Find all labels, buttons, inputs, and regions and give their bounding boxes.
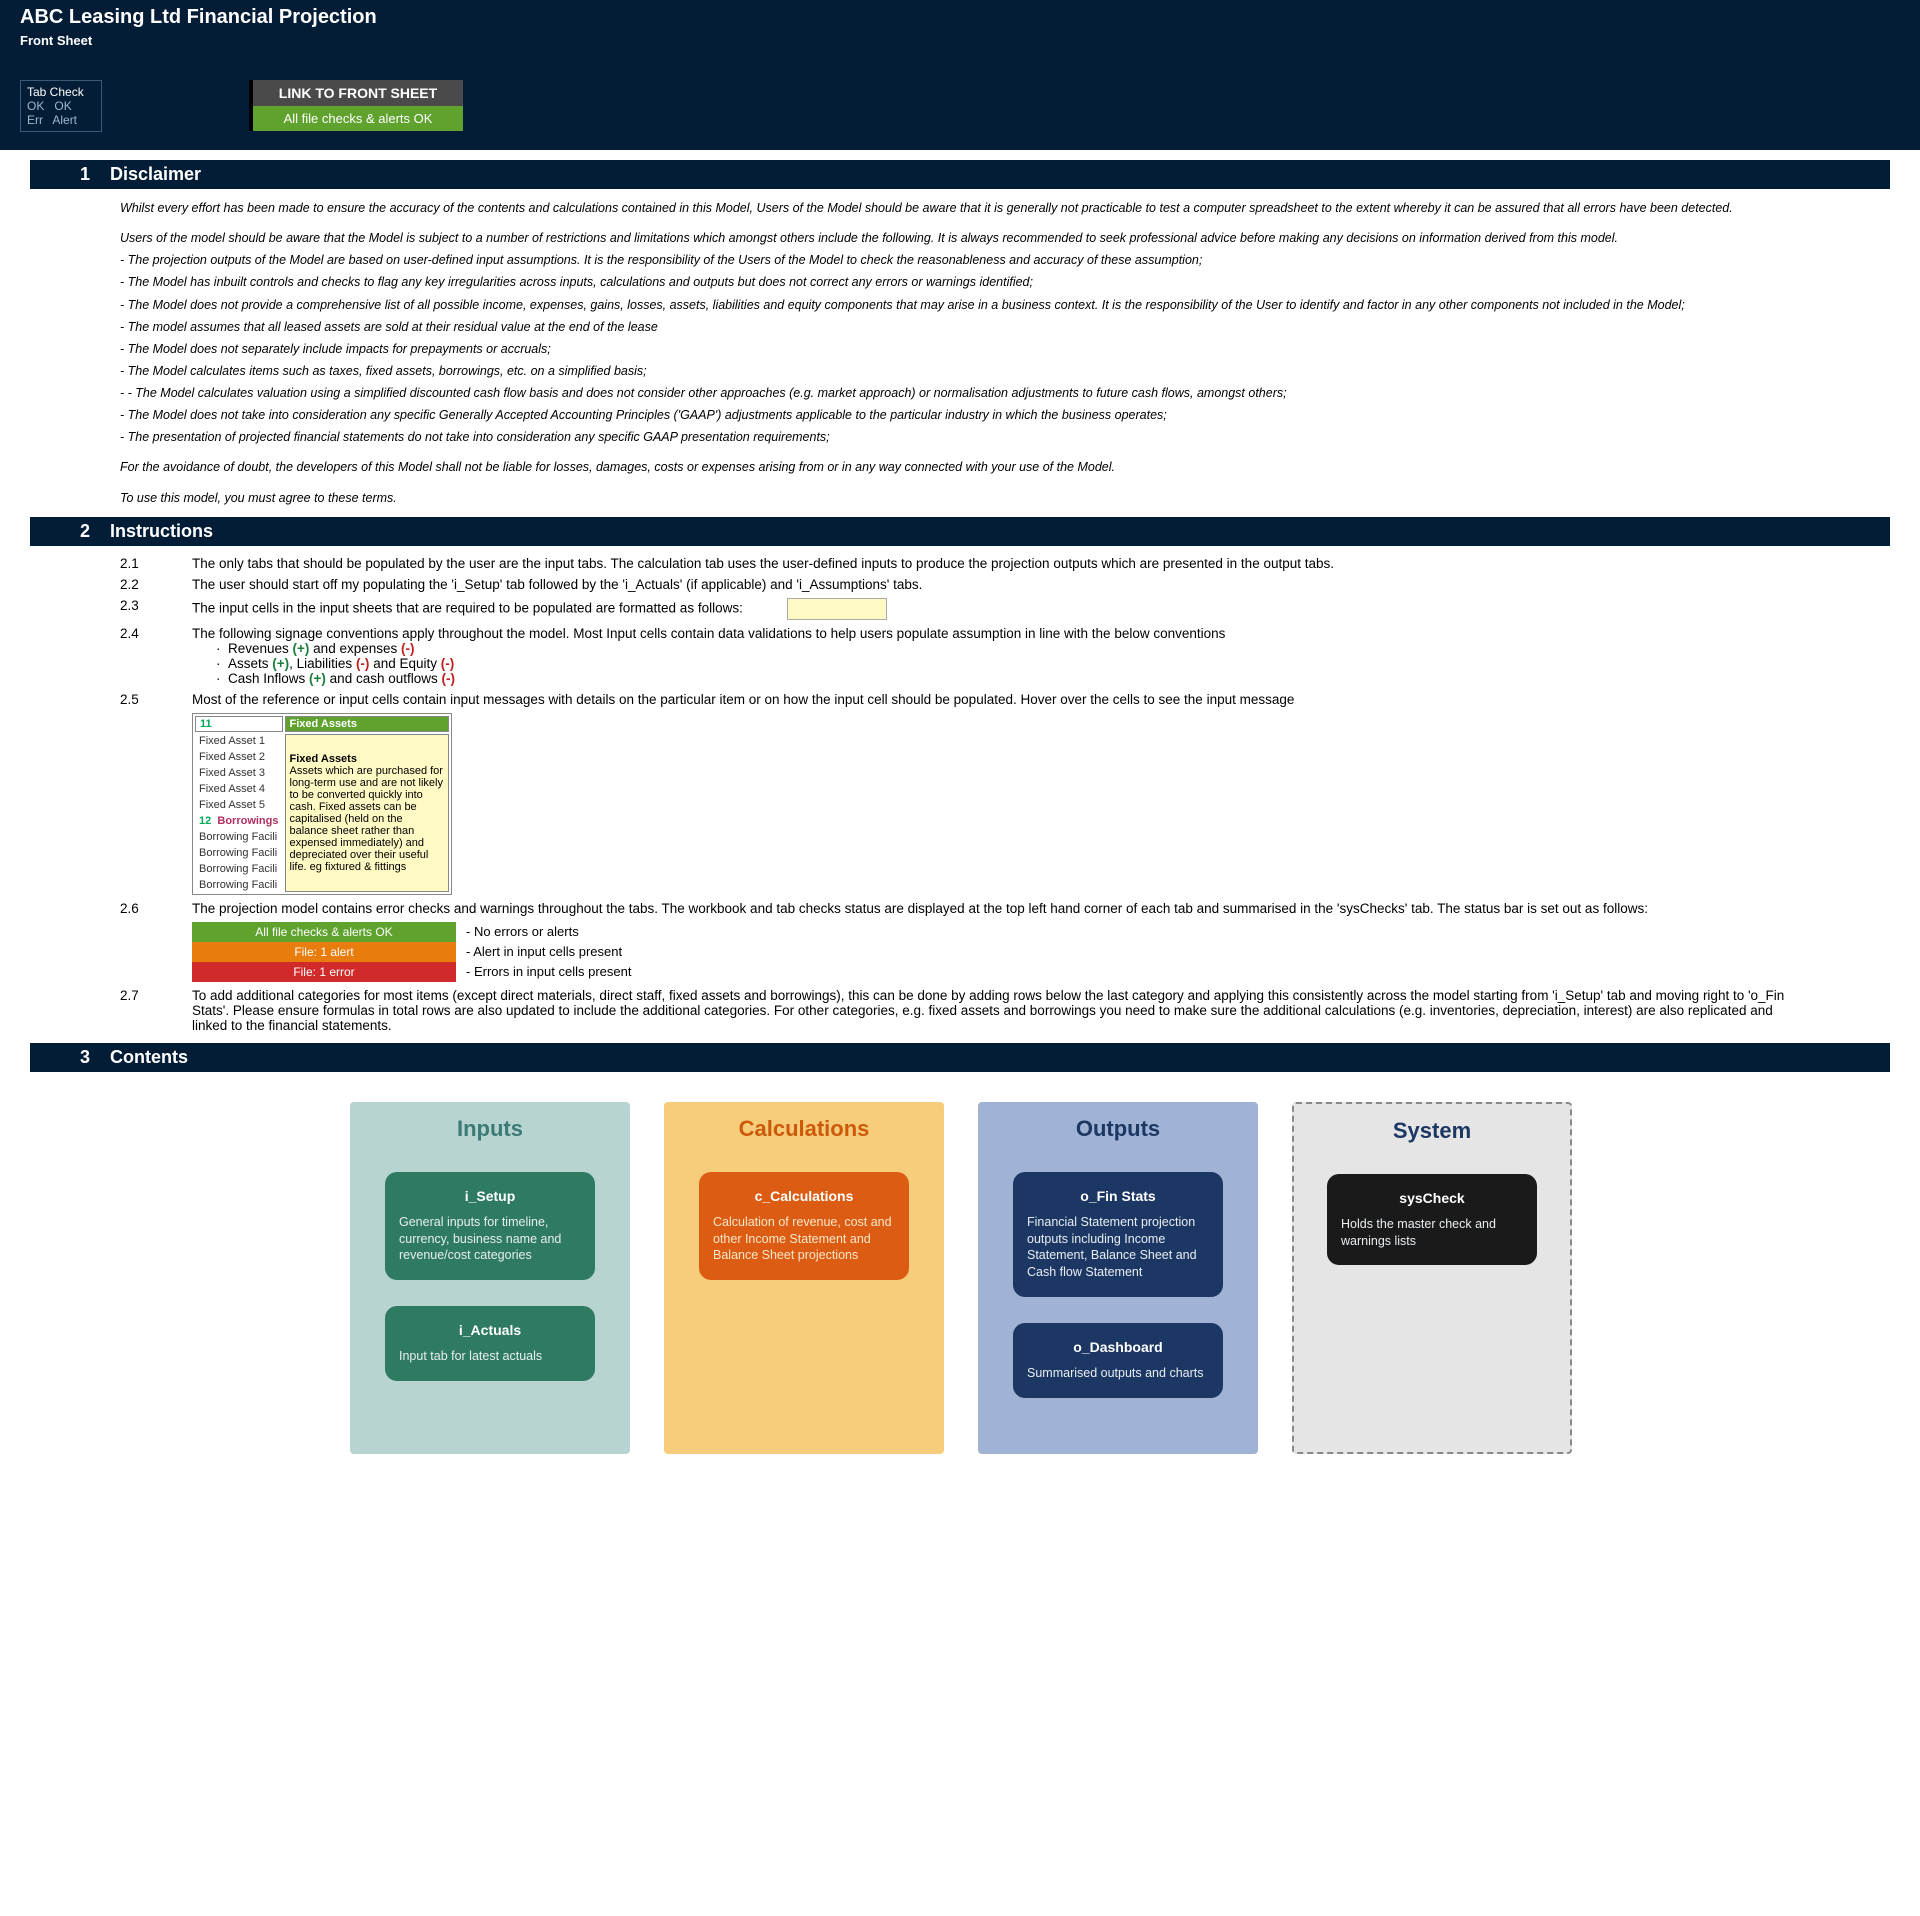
disclaimer-b9: - The presentation of projected financia… bbox=[120, 428, 1800, 446]
instr-text-2-6: The projection model contains error chec… bbox=[192, 901, 1800, 916]
contents-col-title-calc: Calculations bbox=[664, 1116, 944, 1142]
instr-num-2-2: 2.2 bbox=[120, 577, 192, 592]
instr-text-2-7: To add additional categories for most it… bbox=[192, 988, 1800, 1033]
section-num: 2 bbox=[80, 521, 90, 542]
instr-num-2-4: 2.4 bbox=[120, 626, 192, 686]
input-cell-sample bbox=[787, 598, 887, 620]
instr-text-2-2: The user should start off my populating … bbox=[192, 577, 1800, 592]
tab-check-alert: Alert bbox=[52, 113, 77, 127]
disclaimer-b5: - The Model does not separately include … bbox=[120, 340, 1800, 358]
section-header-disclaimer: 1 Disclaimer bbox=[30, 160, 1890, 189]
disclaimer-p3: For the avoidance of doubt, the develope… bbox=[120, 458, 1800, 476]
contents-card-calculations[interactable]: c_Calculations Calculation of revenue, c… bbox=[699, 1172, 909, 1281]
status-bar-ok-label: - No errors or alerts bbox=[466, 924, 579, 939]
contents-col-outputs: Outputs o_Fin Stats Financial Statement … bbox=[978, 1102, 1258, 1454]
disclaimer-p4: To use this model, you must agree to the… bbox=[120, 489, 1800, 507]
instr-num-2-1: 2.1 bbox=[120, 556, 192, 571]
disclaimer-b7: - - The Model calculates valuation using… bbox=[120, 384, 1800, 402]
disclaimer-b3: - The Model does not provide a comprehen… bbox=[120, 296, 1800, 314]
disclaimer-body: Whilst every effort has been made to ens… bbox=[0, 199, 1920, 507]
contents-card-syscheck[interactable]: sysCheck Holds the master check and warn… bbox=[1327, 1174, 1537, 1266]
link-front-sheet-label: LINK TO FRONT SHEET bbox=[249, 80, 463, 106]
contents-col-title-out: Outputs bbox=[978, 1116, 1258, 1142]
disclaimer-b4: - The model assumes that all leased asse… bbox=[120, 318, 1800, 336]
instr-text-2-5: Most of the reference or input cells con… bbox=[192, 692, 1800, 707]
instr-num-2-3: 2.3 bbox=[120, 598, 192, 620]
instr-num-2-7: 2.7 bbox=[120, 988, 192, 1033]
tooltip-example: 11Fixed Assets Fixed Asset 1Fixed Assets… bbox=[192, 713, 452, 895]
instr-text-2-4: The following signage conventions apply … bbox=[192, 626, 1800, 686]
section-title: Instructions bbox=[110, 521, 213, 541]
section-num: 1 bbox=[80, 164, 90, 185]
contents-card-dashboard[interactable]: o_Dashboard Summarised outputs and chart… bbox=[1013, 1323, 1223, 1398]
tab-check-ok1: OK bbox=[27, 99, 44, 113]
instr-text-2-1: The only tabs that should be populated b… bbox=[192, 556, 1800, 571]
contents-card-fin-stats[interactable]: o_Fin Stats Financial Statement projecti… bbox=[1013, 1172, 1223, 1298]
contents-col-inputs: Inputs i_Setup General inputs for timeli… bbox=[350, 1102, 630, 1454]
tab-check-box: Tab Check OK OK Err Alert bbox=[20, 80, 102, 132]
disclaimer-p1: Whilst every effort has been made to ens… bbox=[120, 199, 1800, 217]
section-title: Disclaimer bbox=[110, 164, 201, 184]
section-num: 3 bbox=[80, 1047, 90, 1068]
instr-text-2-3: The input cells in the input sheets that… bbox=[192, 598, 1800, 620]
contents-col-calculations: Calculations c_Calculations Calculation … bbox=[664, 1102, 944, 1454]
contents-col-title-inputs: Inputs bbox=[350, 1116, 630, 1142]
contents-card-actuals[interactable]: i_Actuals Input tab for latest actuals bbox=[385, 1306, 595, 1381]
status-bar-error-label: - Errors in input cells present bbox=[466, 964, 631, 979]
section-header-contents: 3 Contents bbox=[30, 1043, 1890, 1072]
status-bar-alert-label: - Alert in input cells present bbox=[466, 944, 622, 959]
contents-col-title-sys: System bbox=[1294, 1118, 1570, 1144]
instr-num-2-6: 2.6 bbox=[120, 901, 192, 982]
link-front-sheet[interactable]: LINK TO FRONT SHEET All file checks & al… bbox=[249, 80, 463, 131]
section-header-instructions: 2 Instructions bbox=[30, 517, 1890, 546]
file-checks-status: All file checks & alerts OK bbox=[249, 106, 463, 131]
status-bar-alert: File: 1 alert bbox=[192, 942, 456, 962]
contents-card-setup[interactable]: i_Setup General inputs for timeline, cur… bbox=[385, 1172, 595, 1281]
status-bar-error: File: 1 error bbox=[192, 962, 456, 982]
status-bar-ok: All file checks & alerts OK bbox=[192, 922, 456, 942]
disclaimer-p2: Users of the model should be aware that … bbox=[120, 229, 1800, 247]
disclaimer-b6: - The Model calculates items such as tax… bbox=[120, 362, 1800, 380]
header-bar: ABC Leasing Ltd Financial Projection Fro… bbox=[0, 0, 1920, 150]
page-title: ABC Leasing Ltd Financial Projection bbox=[20, 6, 1900, 29]
contents-diagram: Inputs i_Setup General inputs for timeli… bbox=[0, 1082, 1920, 1504]
tab-check-label: Tab Check bbox=[27, 85, 95, 99]
instr-num-2-5: 2.5 bbox=[120, 692, 192, 895]
page-subtitle: Front Sheet bbox=[20, 33, 1900, 48]
section-title: Contents bbox=[110, 1047, 188, 1067]
disclaimer-b8: - The Model does not take into considera… bbox=[120, 406, 1800, 424]
disclaimer-b1: - The projection outputs of the Model ar… bbox=[120, 251, 1800, 269]
disclaimer-b2: - The Model has inbuilt controls and che… bbox=[120, 273, 1800, 291]
contents-col-system: System sysCheck Holds the master check a… bbox=[1292, 1102, 1572, 1454]
tab-check-err: Err bbox=[27, 113, 43, 127]
tab-check-ok2: OK bbox=[54, 99, 71, 113]
